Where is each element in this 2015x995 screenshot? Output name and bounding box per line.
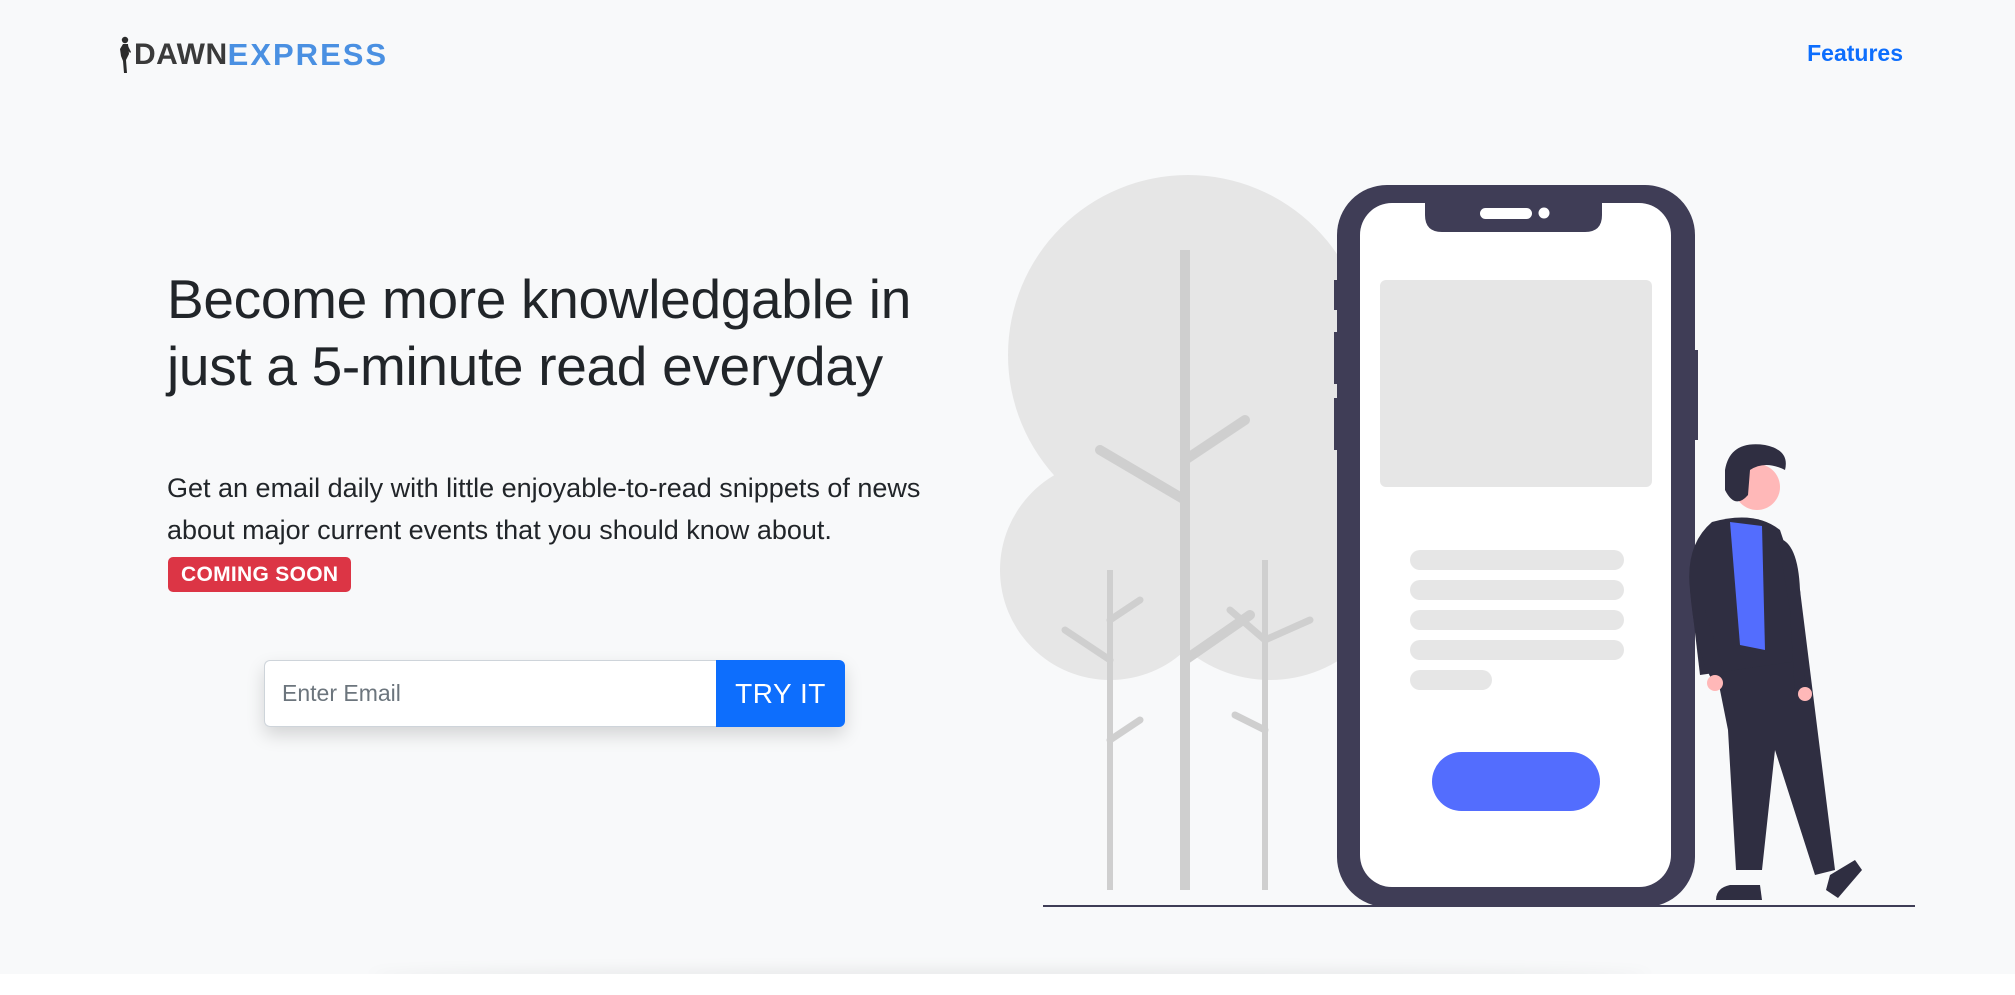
brand-logo[interactable]: DAWN EXPRESS (118, 34, 388, 74)
brand-name-dawn: DAWN (134, 38, 228, 71)
navbar: DAWN EXPRESS Features (0, 0, 2015, 110)
brand-name-express: EXPRESS (227, 37, 389, 72)
hero-description: Get an email daily with little enjoyable… (167, 473, 921, 545)
runner-silhouette-icon (120, 36, 131, 73)
phone-mockup (1334, 185, 1698, 907)
coming-soon-badge: COMING SOON (168, 557, 352, 592)
person-figure (1689, 444, 1862, 900)
try-it-button[interactable]: TRY IT (716, 660, 845, 727)
email-input[interactable] (264, 660, 716, 727)
hero-illustration (1000, 175, 1915, 907)
nav-link-features[interactable]: Features (1807, 40, 1903, 67)
signup-form: TRY IT (264, 660, 845, 727)
next-section-edge (0, 974, 2015, 995)
hero-title: Become more knowledgable in just a 5-min… (167, 268, 911, 397)
